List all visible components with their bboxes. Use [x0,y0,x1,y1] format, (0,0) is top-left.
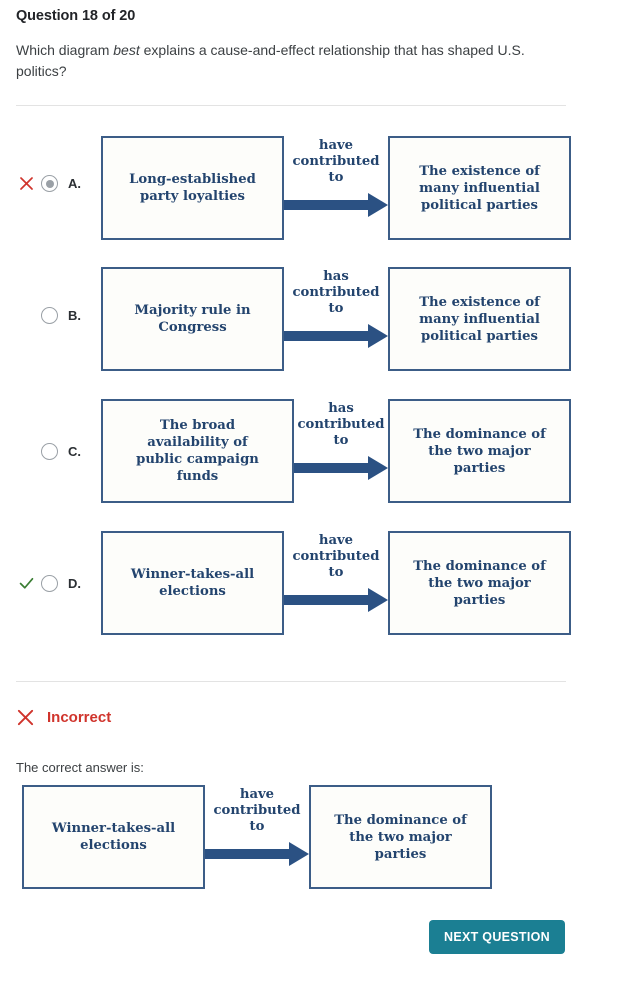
correct-diagram: Winner-takes-all elections have contributed… [22,785,492,889]
status-icon-placeholder [18,307,35,324]
feedback-label: Incorrect [47,709,112,726]
cause-text: Winner-takes-all elections [130,567,255,599]
connector: has contributed to [294,399,388,503]
question-counter: Question 18 of 20 [16,8,136,24]
correct-connector-label: have contributed to [213,787,301,834]
cause-text: Long-established party loyalties [129,172,256,204]
connector: have contributed to [284,531,388,635]
effect-box: The dominance of the two major parties [388,531,571,635]
connector-label: has contributed to [292,269,380,316]
option-letter: C. [68,444,81,459]
connector: have contributed to [284,136,388,240]
radio-button-d[interactable] [41,575,58,592]
x-icon [18,175,35,192]
divider-top [16,105,566,106]
correct-effect-text: The dominance of the two major parties [334,812,467,862]
radio-button-a[interactable] [41,175,58,192]
correct-connector: have contributed to [205,785,309,889]
option-marker-d[interactable]: D. [18,575,94,592]
feedback-status: Incorrect [16,708,111,727]
option-marker-b[interactable]: B. [18,307,94,324]
effect-text: The dominance of the two major parties [413,426,546,476]
cause-text: The broad availability of public campaign f… [136,418,259,484]
question-prompt: Which diagram best explains a cause-and-… [16,40,572,82]
effect-text: The dominance of the two major parties [413,558,546,608]
radio-button-c[interactable] [41,443,58,460]
cause-box: Long-established party loyalties [101,136,284,240]
effect-box: The existence of many influential politica… [388,267,571,371]
status-icon-placeholder [18,443,35,460]
x-icon [16,708,35,727]
cause-text: Majority rule in Congress [134,303,251,335]
check-icon [18,575,35,592]
connector: has contributed to [284,267,388,371]
next-question-button[interactable]: NEXT QUESTION [429,920,565,954]
connector-label: have contributed to [292,138,380,185]
correct-answer-intro: The correct answer is: [16,760,144,775]
option-letter: D. [68,576,81,591]
effect-text: The existence of many influential politica… [419,294,540,344]
option-diagram: The broad availability of public campaign f… [101,399,571,503]
option-diagram: Long-established party loyalties have contr… [101,136,571,240]
cause-box: Winner-takes-all elections [101,531,284,635]
effect-box: The dominance of the two major parties [388,399,571,503]
connector-label: have contributed to [292,533,380,580]
correct-cause-box: Winner-takes-all elections [22,785,205,889]
divider-bottom [16,681,566,682]
connector-label: has contributed to [297,401,385,448]
option-marker-c[interactable]: C. [18,443,94,460]
option-marker-a[interactable]: A. [18,175,94,192]
cause-box: Majority rule in Congress [101,267,284,371]
option-diagram: Winner-takes-all elections have contributed… [101,531,571,635]
radio-button-b[interactable] [41,307,58,324]
prompt-text-part1: Which diagram [16,42,114,58]
cause-box: The broad availability of public campaign f… [101,399,294,503]
option-letter: A. [68,176,81,191]
option-diagram: Majority rule in Congress has contributed to… [101,267,571,371]
effect-box: The existence of many influential politica… [388,136,571,240]
prompt-emphasis: best [113,42,140,58]
option-letter: B. [68,308,81,323]
effect-text: The existence of many influential politica… [419,163,540,213]
correct-cause-text: Winner-takes-all elections [51,821,176,853]
correct-effect-box: The dominance of the two major parties [309,785,492,889]
